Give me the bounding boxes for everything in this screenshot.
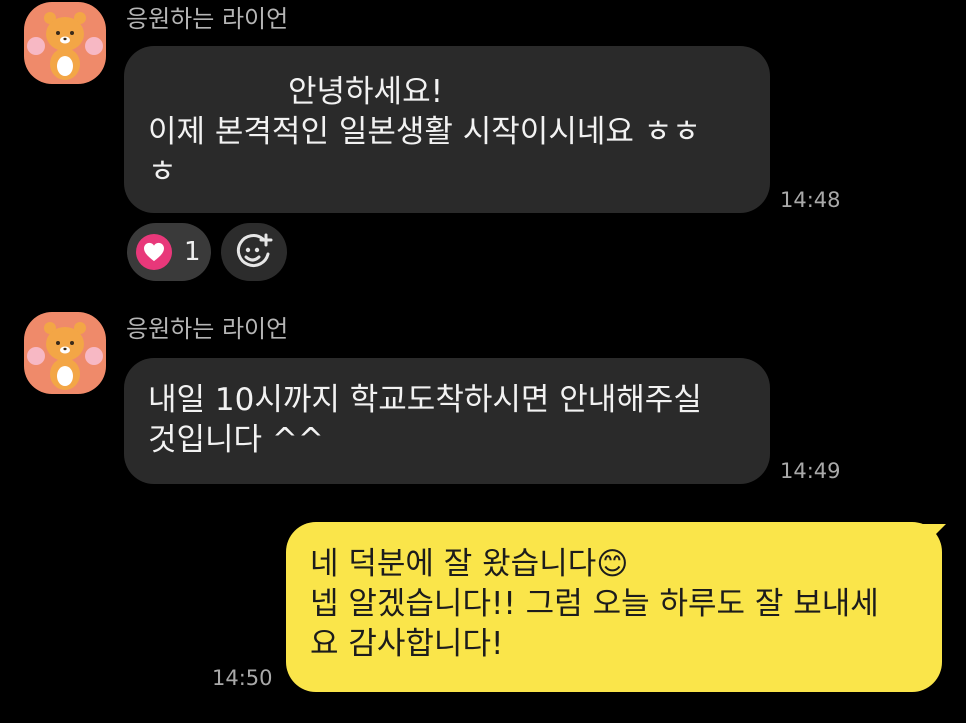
- heart-reaction-chip[interactable]: 1: [127, 223, 211, 281]
- ryan-avatar-icon: [27, 12, 103, 80]
- heart-icon: [136, 234, 172, 270]
- message-line: 네 덕분에 잘 왔습니다😊: [310, 546, 629, 582]
- add-reaction-button[interactable]: [221, 223, 287, 281]
- message-line: 이제 본격적인 일본생활 시작이시네요 ㅎㅎ: [148, 114, 701, 150]
- sender-avatar[interactable]: [24, 2, 106, 84]
- message-bubble[interactable]: 안녕하세요! 이제 본격적인 일본생활 시작이시네요 ㅎㅎ ㅎ: [124, 46, 770, 213]
- bubble-tail: [920, 524, 946, 550]
- sender-name: 응원하는 라이언: [126, 315, 289, 343]
- message-bubble[interactable]: 내일 10시까지 학교도착하시면 안내해주실 것입니다 ^^: [124, 358, 770, 484]
- message-line: 요 감사합니다!: [310, 626, 504, 662]
- message-line: ㅎ: [148, 154, 177, 190]
- redacted-name: [148, 84, 288, 104]
- message-bubble[interactable]: 네 덕분에 잘 왔습니다😊 넵 알겠습니다!! 그럼 오늘 하루도 잘 보내세 …: [286, 522, 942, 692]
- message-time: 14:48: [780, 188, 841, 212]
- message-time: 14:50: [212, 666, 273, 690]
- add-emoji-icon: [236, 233, 273, 267]
- message-line: 안녕하세요!: [148, 72, 746, 112]
- message-line: 내일 10시까지 학교도착하시면 안내해주실: [148, 382, 702, 418]
- sender-avatar[interactable]: [24, 312, 106, 394]
- ryan-avatar-icon: [27, 322, 103, 390]
- message-line: 넵 알겠습니다!! 그럼 오늘 하루도 잘 보내세: [310, 586, 879, 622]
- message-time: 14:49: [780, 459, 841, 483]
- message-line: 것입니다 ^^: [148, 422, 324, 458]
- reaction-count: 1: [184, 237, 201, 267]
- sender-name: 응원하는 라이언: [126, 5, 289, 33]
